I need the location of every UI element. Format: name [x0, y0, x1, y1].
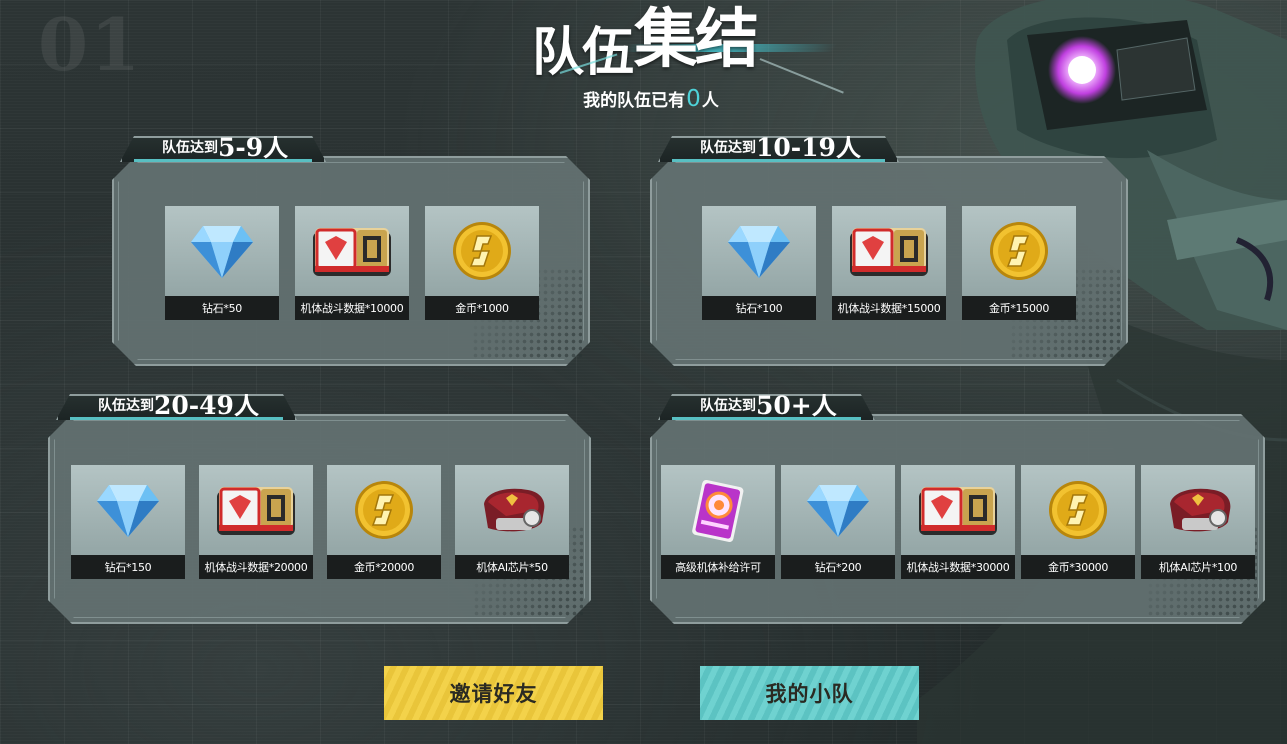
tab-accent — [70, 417, 283, 420]
tab-accent — [672, 159, 885, 162]
tier-tab-prefix: 队伍达到 — [700, 140, 756, 156]
battle-data-icon — [901, 465, 1015, 555]
tab-accent — [672, 417, 861, 420]
my-team-button[interactable]: 我的小队 — [700, 666, 919, 720]
reward-item: 金币*15000 — [962, 206, 1076, 320]
reward-item: 机体战斗数据*20000 — [199, 465, 313, 579]
tier-tab: 队伍达到 20-49人 — [56, 394, 297, 420]
tier-tab: 队伍达到 10-19人 — [658, 136, 899, 162]
reward-item: 机体战斗数据*30000 — [901, 465, 1015, 579]
gold-coin-icon — [327, 465, 441, 555]
reward-item: 金币*20000 — [327, 465, 441, 579]
reward-list: 钻石*50 机体战斗数据*10000 金币*1000 — [165, 206, 539, 320]
gold-coin-icon — [425, 206, 539, 296]
diamond-icon — [165, 206, 279, 296]
reward-item: 钻石*200 — [781, 465, 895, 579]
reward-label: 金币*30000 — [1021, 555, 1135, 579]
reward-label: 机体战斗数据*10000 — [295, 296, 409, 320]
tier-tab-range: 10-19人 — [756, 133, 861, 162]
diamond-icon — [702, 206, 816, 296]
title-part1: 队伍 — [532, 22, 634, 83]
tab-accent — [134, 159, 312, 162]
reward-item: 金币*1000 — [425, 206, 539, 320]
reward-item: 钻石*100 — [702, 206, 816, 320]
tier-tab-prefix: 队伍达到 — [98, 398, 154, 414]
reward-item: 机体AI芯片*100 — [1141, 465, 1255, 579]
team-count-value: 0 — [686, 86, 701, 112]
reward-label: 机体战斗数据*15000 — [832, 296, 946, 320]
battle-data-icon — [295, 206, 409, 296]
reward-label: 钻石*200 — [781, 555, 895, 579]
reward-label: 钻石*100 — [702, 296, 816, 320]
reward-label: 金币*1000 — [425, 296, 539, 320]
reward-label: 机体战斗数据*30000 — [901, 555, 1015, 579]
reward-item: 金币*30000 — [1021, 465, 1135, 579]
tier-panel-20-49: 队伍达到 20-49人 钻石*150 机体战斗数据*20000 金币*20000… — [48, 394, 591, 624]
tier-tab-range: 20-49人 — [154, 391, 259, 420]
gold-coin-icon — [1021, 465, 1135, 555]
tier-tab-prefix: 队伍达到 — [700, 398, 756, 414]
gold-coin-icon — [962, 206, 1076, 296]
reward-list: 钻石*100 机体战斗数据*15000 金币*15000 — [702, 206, 1076, 320]
reward-item: 高级机体补给许可 — [661, 465, 775, 579]
tier-panel-10-19: 队伍达到 10-19人 钻石*100 机体战斗数据*15000 金币*15000 — [650, 136, 1128, 366]
diamond-icon — [71, 465, 185, 555]
team-count-prefix: 我的队伍已有 — [583, 91, 686, 111]
reward-label: 钻石*150 — [71, 555, 185, 579]
team-count-suffix: 人 — [701, 91, 719, 111]
tier-tab: 队伍达到 50+人 — [658, 394, 875, 420]
reward-label: 钻石*50 — [165, 296, 279, 320]
supply-permit-card-icon — [661, 465, 775, 555]
ai-chip-icon — [455, 465, 569, 555]
background-deco-number: 01 — [38, 2, 143, 87]
diamond-icon — [781, 465, 895, 555]
reward-label: 金币*15000 — [962, 296, 1076, 320]
reward-label: 机体战斗数据*20000 — [199, 555, 313, 579]
ai-chip-icon — [1141, 465, 1255, 555]
tier-tab-range: 50+人 — [756, 391, 837, 420]
team-count-text: 我的队伍已有0人 — [0, 86, 1287, 112]
title-part2: 集结 — [634, 2, 759, 77]
reward-item: 机体AI芯片*50 — [455, 465, 569, 579]
reward-item: 机体战斗数据*15000 — [832, 206, 946, 320]
reward-label: 金币*20000 — [327, 555, 441, 579]
reward-item: 钻石*150 — [71, 465, 185, 579]
invite-friends-button[interactable]: 邀请好友 — [384, 666, 603, 720]
reward-label: 机体AI芯片*50 — [455, 555, 569, 579]
reward-item: 机体战斗数据*10000 — [295, 206, 409, 320]
tier-tab-range: 5-9人 — [218, 133, 289, 162]
reward-item: 钻石*50 — [165, 206, 279, 320]
reward-label: 高级机体补给许可 — [661, 555, 775, 579]
tier-panel-50-plus: 队伍达到 50+人 高级机体补给许可 钻石*200 机体战斗数据*30000 金… — [650, 394, 1265, 624]
battle-data-icon — [199, 465, 313, 555]
reward-label: 机体AI芯片*100 — [1141, 555, 1255, 579]
reward-list: 高级机体补给许可 钻石*200 机体战斗数据*30000 金币*30000 机体… — [661, 465, 1255, 579]
tier-panel-5-9: 队伍达到 5-9人 钻石*50 机体战斗数据*10000 金币*1000 — [112, 136, 590, 366]
battle-data-icon — [832, 206, 946, 296]
tier-tab: 队伍达到 5-9人 — [120, 136, 326, 162]
tier-tab-prefix: 队伍达到 — [162, 140, 218, 156]
reward-list: 钻石*150 机体战斗数据*20000 金币*20000 机体AI芯片*50 — [71, 465, 569, 579]
